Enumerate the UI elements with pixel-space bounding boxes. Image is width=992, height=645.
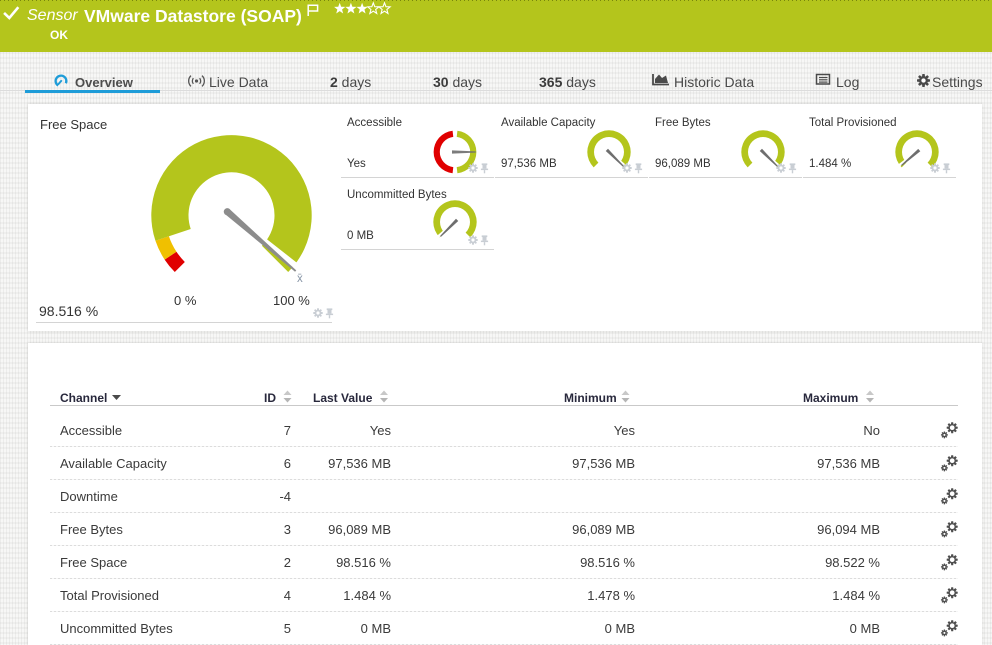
svg-text:x̄: x̄ [297,273,303,285]
